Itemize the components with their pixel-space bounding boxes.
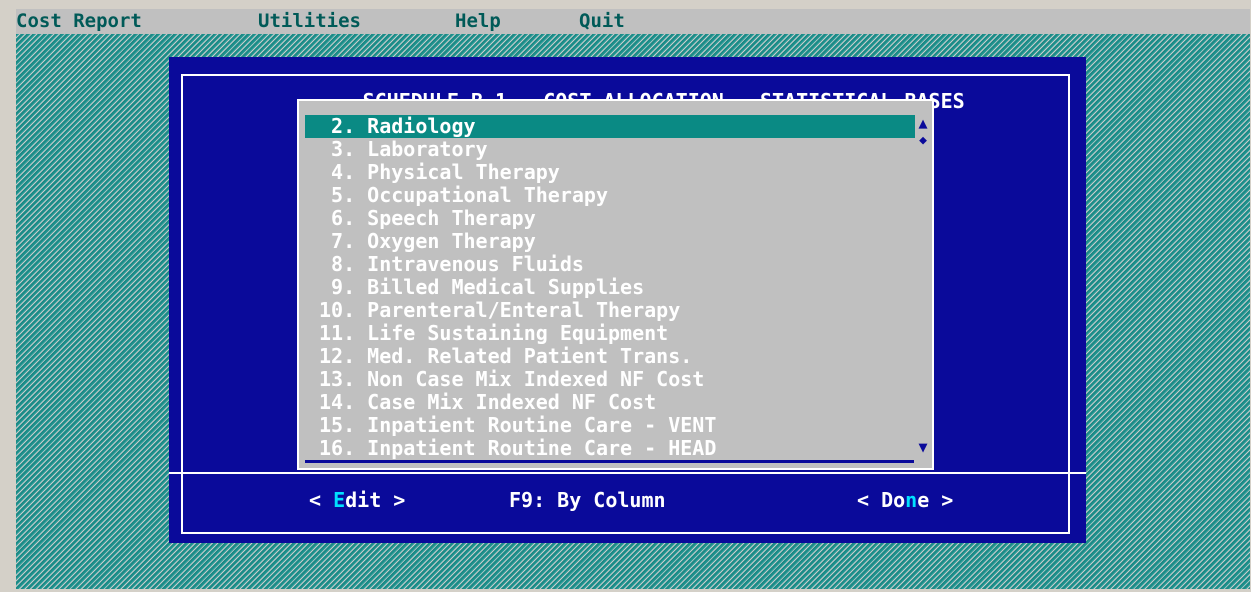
f9-by-column-label[interactable]: F9: By Column: [509, 487, 666, 513]
list-item[interactable]: 9. Billed Medical Supplies: [305, 276, 915, 299]
list-scrollbar[interactable]: ▲ ◆ ▼: [916, 115, 930, 455]
menu-bar: Cost Report Utilities Help Quit: [16, 9, 1250, 34]
list-item[interactable]: 16. Inpatient Routine Care - HEAD: [305, 437, 915, 460]
dos-screen: Cost Report Utilities Help Quit SCHEDULE…: [16, 9, 1250, 589]
done-button[interactable]: < Done >: [857, 487, 953, 513]
done-button-pre: < Do: [857, 488, 906, 512]
list-item[interactable]: 10. Parenteral/Enteral Therapy: [305, 299, 915, 322]
list-item[interactable]: 5. Occupational Therapy: [305, 184, 915, 207]
list-item[interactable]: 14. Case Mix Indexed NF Cost: [305, 391, 915, 414]
menu-utilities[interactable]: Utilities: [258, 9, 361, 34]
menu-quit[interactable]: Quit: [579, 9, 625, 34]
menu-help[interactable]: Help: [455, 9, 501, 34]
dialog-separator: [169, 472, 1086, 474]
list-item[interactable]: 8. Intravenous Fluids: [305, 253, 915, 276]
list-items: 2. Radiology 3. Laboratory 4. Physical T…: [305, 115, 915, 460]
schedule-dialog: SCHEDULE B-1 - COST ALLOCATION - STATIST…: [169, 57, 1086, 543]
list-item[interactable]: 11. Life Sustaining Equipment: [305, 322, 915, 345]
list-item[interactable]: 7. Oxygen Therapy: [305, 230, 915, 253]
edit-button-pre: <: [309, 488, 334, 512]
dialog-buttons: < Edit > F9: By Column < Done >: [169, 487, 1086, 513]
list-item[interactable]: 13. Non Case Mix Indexed NF Cost: [305, 368, 915, 391]
list-item[interactable]: 4. Physical Therapy: [305, 161, 915, 184]
list-item[interactable]: 2. Radiology: [305, 115, 915, 138]
edit-button-hotkey: E: [333, 488, 346, 512]
list-item[interactable]: 3. Laboratory: [305, 138, 915, 161]
scroll-down-arrow-icon[interactable]: ▼: [916, 439, 930, 455]
done-button-hotkey: n: [905, 488, 918, 512]
list-item[interactable]: 6. Speech Therapy: [305, 207, 915, 230]
scroll-thumb-icon[interactable]: ◆: [916, 133, 930, 149]
edit-button-post: dit >: [345, 488, 406, 512]
list-item[interactable]: 12. Med. Related Patient Trans.: [305, 345, 915, 368]
menu-cost-report[interactable]: Cost Report: [16, 9, 142, 34]
edit-button[interactable]: < Edit >: [309, 487, 405, 513]
list-divider: [305, 460, 914, 463]
list-item[interactable]: 15. Inpatient Routine Care - VENT: [305, 414, 915, 437]
scroll-up-arrow-icon[interactable]: ▲: [916, 115, 930, 131]
cost-center-list[interactable]: 2. Radiology 3. Laboratory 4. Physical T…: [297, 99, 934, 470]
done-button-post: e >: [917, 488, 954, 512]
